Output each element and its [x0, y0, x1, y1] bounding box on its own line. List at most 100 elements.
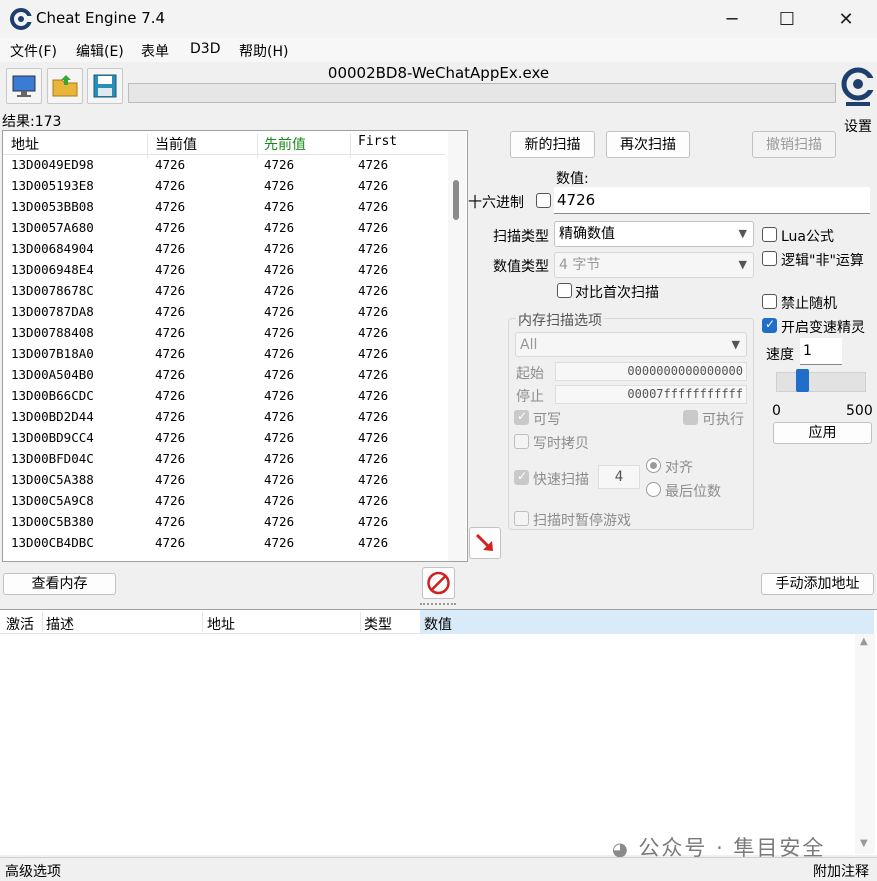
compare-first-label: 对比首次扫描	[575, 285, 659, 301]
result-row[interactable]: 13D0053BB08 4726 4726 4726	[3, 197, 445, 218]
result-row[interactable]: 13D005193E8 4726 4726 4726	[3, 176, 445, 197]
row-current-value: 4726	[155, 325, 186, 340]
compare-first-checkbox[interactable]	[557, 283, 572, 298]
result-count: 结果:173	[2, 114, 62, 130]
cheat-table[interactable]: 激活 描述 地址 类型 数值 ▲ ▼	[0, 609, 877, 855]
row-previous-value: 4726	[264, 367, 295, 382]
memory-region-select[interactable]: All ▼	[515, 332, 747, 357]
stop-sign-icon	[427, 571, 450, 595]
result-row[interactable]: 13D0057A680 4726 4726 4726	[3, 218, 445, 239]
row-current-value: 4726	[155, 304, 186, 319]
last-digits-radio[interactable]	[646, 482, 661, 497]
result-row[interactable]: 13D006948E4 4726 4726 4726	[3, 260, 445, 281]
header-value[interactable]: 数值	[424, 614, 452, 634]
speed-slider-thumb[interactable]	[796, 369, 809, 392]
header-active[interactable]: 激活	[6, 614, 34, 634]
view-memory-button[interactable]: 查看内存	[3, 573, 116, 595]
result-row[interactable]: 13D00BD9CC4 4726 4726 4726	[3, 428, 445, 449]
result-row[interactable]: 13D007B18A0 4726 4726 4726	[3, 344, 445, 365]
maximize-button[interactable]: ☐	[758, 0, 816, 38]
speedhack-checkbox[interactable]	[762, 317, 777, 333]
menu-d3d[interactable]: D3D	[190, 41, 220, 57]
executable-checkbox[interactable]	[683, 410, 698, 425]
result-row[interactable]: 13D00CB4DBC 4726 4726 4726	[3, 533, 445, 554]
last-digits-label: 最后位数	[665, 484, 721, 500]
row-first-value: 4726	[358, 514, 389, 529]
writable-checkbox[interactable]	[514, 409, 529, 425]
row-first-value: 4726	[358, 241, 389, 256]
hex-checkbox[interactable]	[536, 193, 551, 208]
header-address[interactable]: 地址	[11, 134, 39, 154]
process-title: 00002BD8-WeChatAppEx.exe	[327, 64, 550, 82]
header-description[interactable]: 描述	[46, 614, 74, 634]
scan-type-select[interactable]: 精确数值 ▼	[554, 221, 754, 247]
result-row[interactable]: 13D00C5A9C8 4726 4726 4726	[3, 491, 445, 512]
row-current-value: 4726	[155, 178, 186, 193]
scroll-down-icon[interactable]: ▼	[860, 838, 868, 849]
chevron-down-icon: ▼	[731, 338, 740, 351]
table-extras[interactable]: 附加注释	[813, 861, 869, 881]
logic-not-label: 逻辑"非"运算	[781, 253, 864, 269]
result-row[interactable]: 13D00BD2D44 4726 4726 4726	[3, 407, 445, 428]
splitter-handle[interactable]	[420, 603, 456, 607]
speed-slider[interactable]	[776, 372, 866, 392]
row-first-value: 4726	[358, 283, 389, 298]
result-row[interactable]: 13D00C5B380 4726 4726 4726	[3, 512, 445, 533]
result-row[interactable]: 13D00787DA8 4726 4726 4726	[3, 302, 445, 323]
settings-logo-icon[interactable]	[840, 64, 876, 112]
header-address[interactable]: 地址	[207, 614, 235, 634]
stop-address-input[interactable]: 00007fffffffffff	[555, 385, 747, 404]
result-row[interactable]: 13D0078678C 4726 4726 4726	[3, 281, 445, 302]
align-radio[interactable]	[646, 458, 661, 473]
scan-type-label: 扫描类型	[493, 229, 549, 245]
result-row[interactable]: 13D00A504B0 4726 4726 4726	[3, 365, 445, 386]
scroll-up-icon[interactable]: ▲	[860, 636, 868, 647]
result-row[interactable]: 13D00788408 4726 4726 4726	[3, 323, 445, 344]
header-first[interactable]: First	[358, 134, 397, 149]
undo-scan-button[interactable]: 撤销扫描	[752, 131, 836, 158]
header-current-value[interactable]: 当前值	[155, 134, 197, 154]
apply-button[interactable]: 应用	[773, 422, 872, 444]
scan-type-value: 精确数值	[559, 226, 615, 242]
row-address: 13D007B18A0	[11, 346, 94, 361]
clear-list-button[interactable]	[422, 567, 455, 599]
value-type-select[interactable]: 4 字节 ▼	[554, 252, 754, 278]
copy-on-write-checkbox[interactable]	[514, 434, 529, 449]
results-scroll-thumb[interactable]	[453, 180, 459, 220]
lua-formula-checkbox[interactable]	[762, 227, 777, 242]
row-address: 13D00CB4DBC	[11, 535, 94, 550]
result-row[interactable]: 13D00C5A388 4726 4726 4726	[3, 470, 445, 491]
fast-scan-input[interactable]: 4	[598, 465, 640, 489]
add-to-list-button[interactable]	[469, 527, 501, 559]
menu-table[interactable]: 表单	[141, 41, 169, 61]
result-row[interactable]: 13D0049ED98 4726 4726 4726	[3, 155, 445, 176]
next-scan-button[interactable]: 再次扫描	[606, 131, 690, 158]
row-address: 13D00C5A388	[11, 472, 94, 487]
cheat-table-scrollbar[interactable]: ▲ ▼	[855, 634, 875, 854]
header-type[interactable]: 类型	[364, 614, 392, 634]
pause-game-checkbox[interactable]	[514, 511, 529, 526]
menu-help[interactable]: 帮助(H)	[239, 41, 288, 61]
value-input[interactable]: 4726	[554, 187, 870, 214]
result-row[interactable]: 13D00684904 4726 4726 4726	[3, 239, 445, 260]
logic-not-checkbox[interactable]	[762, 251, 777, 266]
new-scan-button[interactable]: 新的扫描	[510, 131, 595, 158]
minimize-button[interactable]: ─	[703, 0, 761, 38]
no-random-checkbox[interactable]	[762, 294, 777, 309]
add-address-button[interactable]: 手动添加地址	[761, 573, 874, 595]
result-row[interactable]: 13D00B66CDC 4726 4726 4726	[3, 386, 445, 407]
settings-label[interactable]: 设置	[844, 116, 872, 136]
row-first-value: 4726	[358, 178, 389, 193]
menu-file[interactable]: 文件(F)	[10, 41, 57, 61]
header-previous-value[interactable]: 先前值	[264, 134, 306, 154]
results-list[interactable]: 地址 当前值 先前值 First 13D0049ED98 4726 4726 4726…	[2, 130, 468, 562]
advanced-options[interactable]: 高级选项	[5, 861, 61, 881]
row-previous-value: 4726	[264, 430, 295, 445]
fast-scan-checkbox[interactable]	[514, 469, 529, 485]
start-address-input[interactable]: 0000000000000000	[555, 362, 747, 381]
menu-edit[interactable]: 编辑(E)	[76, 41, 124, 61]
result-row[interactable]: 13D00BFD04C 4726 4726 4726	[3, 449, 445, 470]
speed-input[interactable]: 1	[800, 338, 842, 365]
close-button[interactable]: ✕	[817, 0, 875, 38]
red-arrow-icon	[475, 533, 493, 551]
